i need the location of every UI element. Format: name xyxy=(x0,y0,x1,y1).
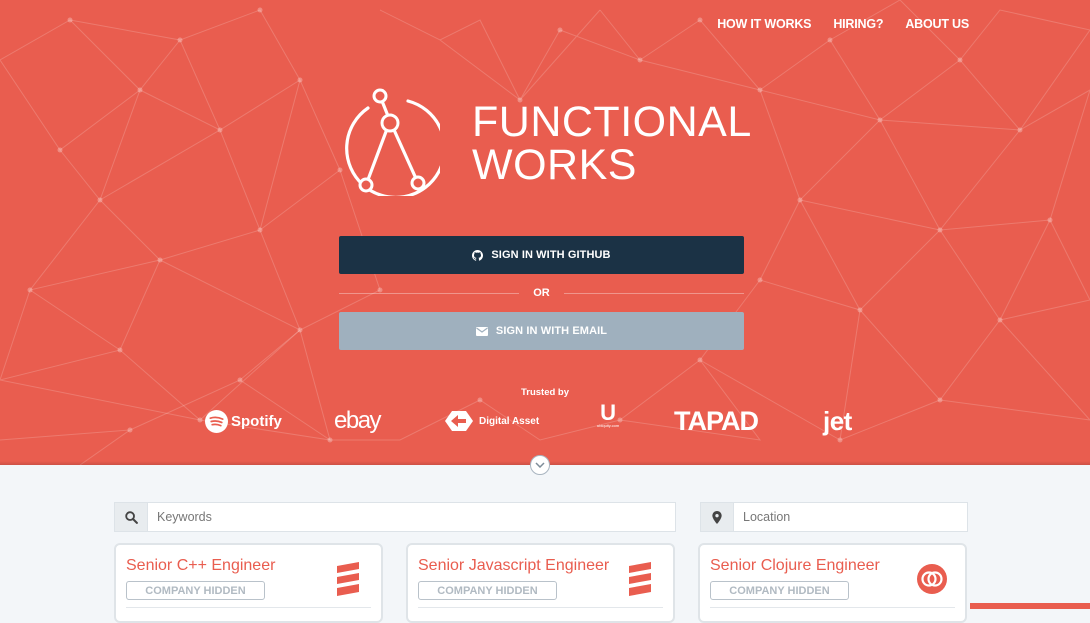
rings-logo-icon xyxy=(917,561,947,597)
spotify-icon xyxy=(205,409,228,433)
spotify-logo: Spotify xyxy=(205,403,282,439)
location-search xyxy=(700,502,968,532)
or-line-left xyxy=(339,292,520,294)
job-card[interactable]: Senior Clojure Engineer COMPANY HIDDEN xyxy=(698,543,967,623)
company-hidden-badge: COMPANY HIDDEN xyxy=(418,581,557,600)
scala-logo-icon xyxy=(625,561,655,597)
location-input[interactable] xyxy=(734,503,967,531)
hero-section: HOW IT WORKS HIRING? ABOUT US FUNCTIONAL… xyxy=(0,0,1090,465)
sign-in-github-button[interactable]: SIGN IN WITH GITHUB xyxy=(339,236,744,274)
ebay-logo: ebay xyxy=(334,403,382,439)
top-nav: HOW IT WORKS HIRING? ABOUT US xyxy=(717,17,969,31)
github-icon xyxy=(472,249,484,261)
search-icon xyxy=(124,510,138,524)
trusted-logos: Spotify ebay Digital Asset U ubiquity.co… xyxy=(205,400,885,439)
company-hidden-badge: COMPANY HIDDEN xyxy=(126,581,265,600)
sign-in-email-button[interactable]: SIGN IN WITH EMAIL xyxy=(339,312,744,350)
ebay-wordmark: ebay xyxy=(334,407,382,434)
keywords-search xyxy=(114,502,676,532)
trusted-by-heading: Trusted by xyxy=(520,387,570,398)
brand-line-1: FUNCTIONAL xyxy=(472,98,752,146)
card-divider xyxy=(126,607,371,608)
job-title[interactable]: Senior Javascript Engineer xyxy=(418,557,609,575)
keywords-icon-box xyxy=(115,503,148,531)
scroll-down-button[interactable] xyxy=(530,455,550,475)
ubiquity-logo: U ubiquity.com xyxy=(597,400,620,439)
tapad-logo: TAPAD xyxy=(674,403,759,439)
digital-asset-wordmark: Digital Asset xyxy=(479,415,540,427)
digital-asset-icon xyxy=(445,411,473,431)
job-card[interactable]: Senior C++ Engineer COMPANY HIDDEN xyxy=(114,543,383,623)
card-divider xyxy=(418,607,663,608)
functional-works-logo-icon[interactable] xyxy=(338,88,440,196)
chevron-down-icon xyxy=(535,462,545,468)
jet-logo: jet xyxy=(823,403,852,439)
digital-asset-logo: Digital Asset xyxy=(445,403,539,439)
map-pin-icon xyxy=(712,510,722,524)
ubiquity-subtext: ubiquity.com xyxy=(597,423,620,428)
nav-about-us[interactable]: ABOUT US xyxy=(905,17,969,31)
company-hidden-badge: COMPANY HIDDEN xyxy=(710,581,849,600)
job-card[interactable]: Senior Javascript Engineer COMPANY HIDDE… xyxy=(406,543,675,623)
corner-accent xyxy=(970,603,1090,609)
spotify-wordmark: Spotify xyxy=(231,412,282,430)
github-button-label: SIGN IN WITH GITHUB xyxy=(491,249,611,261)
location-icon-box xyxy=(701,503,734,531)
card-divider xyxy=(710,607,955,608)
or-divider: OR xyxy=(339,286,744,300)
envelope-icon xyxy=(475,326,488,336)
scala-logo-icon xyxy=(333,561,363,597)
brand-wordmark: FUNCTIONAL WORKS xyxy=(472,101,752,187)
keywords-input[interactable] xyxy=(148,503,675,531)
or-line-right xyxy=(563,292,744,294)
brand-line-2: WORKS xyxy=(472,141,637,189)
or-label: OR xyxy=(533,287,550,299)
job-title[interactable]: Senior Clojure Engineer xyxy=(710,557,880,575)
nav-how-it-works[interactable]: HOW IT WORKS xyxy=(717,17,811,31)
ubiquity-mark: U xyxy=(600,400,617,425)
nav-hiring[interactable]: HIRING? xyxy=(833,17,883,31)
email-button-label: SIGN IN WITH EMAIL xyxy=(495,325,608,337)
jet-wordmark: jet xyxy=(823,405,852,436)
job-title[interactable]: Senior C++ Engineer xyxy=(126,557,275,575)
tapad-wordmark: TAPAD xyxy=(674,405,759,436)
